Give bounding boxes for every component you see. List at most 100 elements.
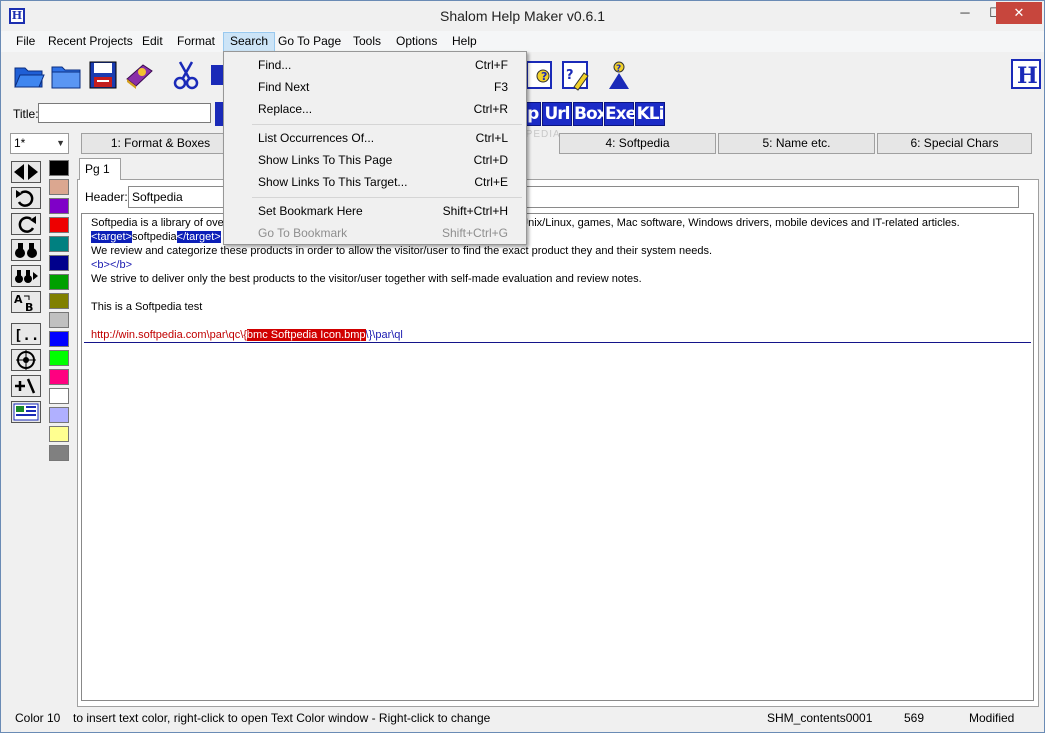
tab-special-chars[interactable]: 6: Special Chars — [877, 133, 1032, 154]
minimize-button[interactable]: ─ — [950, 2, 980, 24]
menu-format[interactable]: Format — [171, 32, 221, 52]
menu-item-list-occurrences[interactable]: List Occurrences Of... Ctrl+L — [226, 127, 524, 149]
help-h-icon[interactable]: H — [1011, 59, 1041, 89]
search-menu-dropdown: Find... Ctrl+F Find Next F3 Replace... Ctrl… — [223, 51, 527, 245]
color-swatch[interactable] — [49, 255, 69, 271]
title-label: Title: — [13, 107, 39, 121]
tab-name-etc[interactable]: 5: Name etc. — [718, 133, 875, 154]
help-project-icon[interactable]: ? — [524, 59, 556, 91]
tab-softpedia[interactable]: 4: Softpedia — [559, 133, 716, 154]
menu-options[interactable]: Options — [390, 32, 443, 52]
menu-recent-projects[interactable]: Recent Projects — [42, 32, 139, 52]
editor-line-4: <b></b> — [91, 259, 132, 271]
url-code-button[interactable]: Url — [542, 102, 572, 126]
box-code-button[interactable]: Box — [573, 102, 608, 126]
menu-item-find[interactable]: Find... Ctrl+F — [226, 54, 524, 76]
brackets-icon[interactable]: [..] — [11, 323, 48, 345]
kli-code-button[interactable]: KLi — [635, 102, 665, 126]
title-input[interactable] — [38, 103, 211, 123]
svg-text:?: ? — [616, 64, 621, 74]
status-state: Modified — [969, 711, 1015, 725]
bmc-image-code: bmc Softpedia Icon.bmp — [246, 329, 366, 341]
editor-textarea[interactable]: Softpedia is a library of over d Unix/Lin… — [81, 213, 1034, 701]
menu-go-to-page[interactable]: Go To Page — [272, 32, 347, 52]
menu-item-find-next[interactable]: Find Next F3 — [226, 76, 524, 98]
svg-text:B: B — [25, 301, 33, 312]
color-swatch[interactable] — [49, 293, 69, 309]
zoom-select[interactable]: 1* ▼ — [10, 133, 69, 154]
tab-page-1[interactable]: Pg 1 — [79, 158, 121, 180]
color-swatch[interactable] — [49, 331, 69, 347]
menu-search[interactable]: Search — [223, 32, 276, 52]
status-page-id: SHM_contents0001 — [767, 711, 873, 725]
tab-format-boxes[interactable]: 1: Format & Boxes — [81, 133, 240, 154]
menu-help[interactable]: Help — [446, 32, 483, 52]
window-title: Shalom Help Maker v0.6.1 — [440, 8, 605, 24]
cut-icon[interactable] — [170, 59, 202, 91]
color-swatch[interactable] — [49, 369, 69, 385]
layout-icon[interactable] — [11, 401, 41, 423]
editor-line-3: We review and categorize these products … — [91, 245, 713, 257]
undo-icon[interactable] — [11, 187, 41, 209]
title-bar: H Shalom Help Maker v0.6.1 ─ ☐ ✕ — [1, 1, 1044, 31]
header-label: Header: — [85, 190, 128, 204]
menu-separator — [252, 197, 522, 198]
color-swatch[interactable] — [49, 274, 69, 290]
menu-separator — [252, 124, 522, 125]
nav-arrows-icon[interactable] — [11, 161, 41, 183]
menu-item-show-links-target[interactable]: Show Links To This Target... Ctrl+E — [226, 171, 524, 193]
menu-item-show-links-page[interactable]: Show Links To This Page Ctrl+D — [226, 149, 524, 171]
status-bar: Color 10 to insert text color, right-cli… — [1, 707, 1044, 732]
color-swatch[interactable] — [49, 179, 69, 195]
svg-text:?: ? — [541, 70, 547, 83]
editor-line-5: We strive to deliver only the best produ… — [91, 273, 642, 285]
menu-item-go-to-bookmark[interactable]: Go To Bookmark Shift+Ctrl+G — [226, 222, 524, 244]
binoculars-icon[interactable] — [11, 239, 41, 261]
menu-edit[interactable]: Edit — [136, 32, 169, 52]
color-swatch[interactable] — [49, 445, 69, 461]
add-line-icon[interactable] — [11, 375, 41, 397]
color-swatch[interactable] — [49, 388, 69, 404]
help-edit-icon[interactable]: ? — [560, 59, 592, 91]
svg-text:A: A — [14, 293, 23, 306]
color-swatch[interactable] — [49, 426, 69, 442]
menu-item-replace[interactable]: Replace... Ctrl+R — [226, 98, 524, 120]
book-icon[interactable] — [123, 59, 155, 91]
color-swatch[interactable] — [49, 407, 69, 423]
exe-code-button[interactable]: Exe — [604, 102, 637, 126]
editor-text: Softpedia is a library of over — [91, 217, 228, 229]
editor-line-6: This is a Softpedia test — [91, 301, 203, 313]
color-swatch[interactable] — [49, 160, 69, 176]
color-swatch[interactable] — [49, 217, 69, 233]
target-icon[interactable] — [11, 349, 41, 371]
redo-icon[interactable] — [11, 213, 41, 235]
format-button[interactable] — [215, 102, 223, 126]
open-folder-icon[interactable] — [13, 59, 45, 91]
svg-text:?: ? — [566, 68, 574, 83]
page-divider — [84, 342, 1031, 343]
editor-link-text: http://win.softpedia.com\par\qc\{ — [91, 329, 247, 341]
editor-text: softpedia — [131, 231, 177, 243]
find-next-icon[interactable] — [11, 265, 41, 287]
help-wizard-icon[interactable]: ? — [603, 59, 635, 91]
editor-line-1: Softpedia is a library of over d Unix/Lin… — [91, 217, 960, 229]
save-icon[interactable] — [87, 59, 119, 91]
menu-file[interactable]: File — [10, 32, 41, 52]
close-button[interactable]: ✕ — [996, 2, 1042, 24]
menu-item-set-bookmark[interactable]: Set Bookmark Here Shift+Ctrl+H — [226, 200, 524, 222]
editor-line-2: <target>softpedia</target> — [91, 231, 221, 243]
color-swatch[interactable] — [49, 312, 69, 328]
color-swatch[interactable] — [49, 236, 69, 252]
status-color: Color 10 — [15, 711, 61, 725]
color-swatch[interactable] — [49, 350, 69, 366]
chevron-down-icon: ▼ — [56, 138, 65, 148]
zoom-value: 1* — [14, 136, 26, 150]
replace-icon[interactable]: AB — [11, 291, 41, 314]
status-hint: to insert text color, right-click to ope… — [73, 711, 491, 725]
target-open-tag: <target> — [91, 231, 132, 243]
folder-icon[interactable] — [50, 59, 82, 91]
menu-tools[interactable]: Tools — [347, 32, 387, 52]
color-swatch[interactable] — [49, 198, 69, 214]
target-close-tag: </target> — [176, 231, 221, 243]
editor-text: \}\par\ql — [365, 329, 403, 341]
